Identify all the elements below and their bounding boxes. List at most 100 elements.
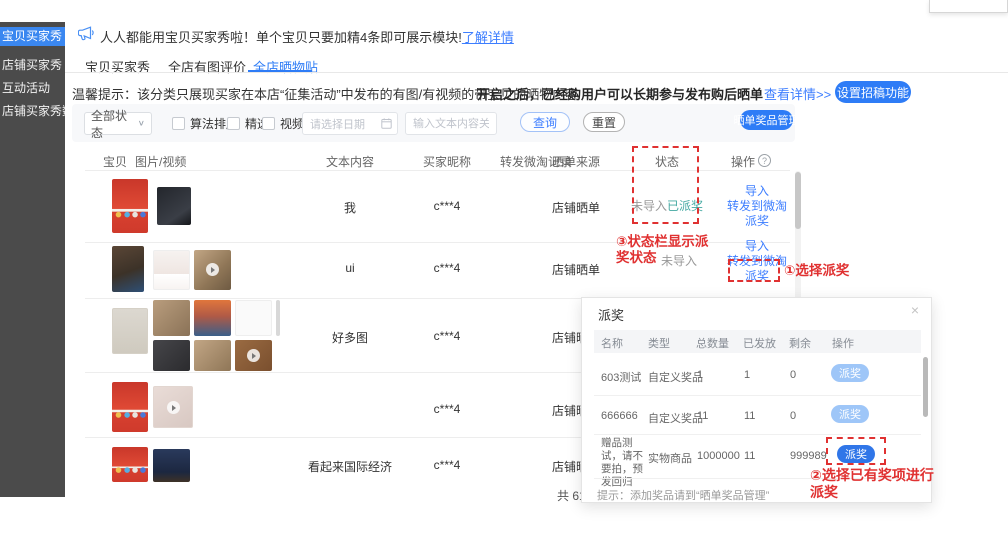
col-header-text: 文本内容 (326, 153, 374, 170)
repost-weitao-link[interactable]: 转发到微淘 (727, 199, 787, 214)
modal-row-divider (594, 434, 921, 435)
reset-button[interactable]: 重置 (583, 112, 625, 132)
modal-col-type: 类型 (648, 335, 670, 351)
tip-right-text: 开启之后，已经购用户可以长期参与发布购后晒单 (477, 84, 763, 103)
prize-total: 1000000 (697, 450, 740, 462)
page: 宝贝买家秀 店铺买家秀 互动活动 店铺买家秀数据 人人都能用宝贝买家秀啦！单个宝… (0, 0, 1008, 533)
checkbox-label: 视频 (280, 115, 304, 132)
setup-solicit-button[interactable]: 设置招稿功能 (835, 81, 911, 103)
text-content: 看起来国际经济 (290, 458, 410, 475)
prize-issued: 11 (744, 450, 755, 462)
modal-footer-tip: 提示：添加奖品请到“晒单奖品管理” (597, 487, 769, 503)
text-content: ui (290, 261, 410, 275)
prize-total: 11 (697, 410, 708, 422)
import-link[interactable]: 导入 (745, 184, 769, 199)
media-thumbnail[interactable] (157, 187, 191, 225)
prize-manage-button[interactable]: 晒单奖品管理 (740, 110, 793, 130)
annotation-step3: ③状态栏显示派奖状态 (616, 234, 710, 266)
media-thumbnail[interactable] (194, 250, 231, 290)
product-thumbnail[interactable] (112, 382, 148, 432)
sidebar-item-buyer-show-data[interactable]: 店铺买家秀数据 (0, 102, 65, 121)
modal-col-issued: 已发放 (743, 335, 776, 351)
row-actions: 导入 转发到微淘 派奖 (709, 184, 805, 229)
status-dropdown-value: 全部状态 (91, 107, 138, 141)
product-thumbnail[interactable] (112, 308, 148, 354)
media-thumbnail[interactable] (153, 340, 190, 371)
media-thumbnail[interactable] (194, 300, 231, 336)
prize-type: 自定义奖品 (648, 410, 703, 426)
learn-more-link[interactable]: 了解详情 (462, 27, 514, 46)
notice-banner: 人人都能用宝贝买家秀啦！单个宝贝只要加精4条即可展示模块!了解详情 (100, 27, 514, 46)
media-thumbnail[interactable] (153, 449, 190, 482)
annotation-box-award-button (826, 437, 886, 465)
media-thumbnail[interactable] (276, 300, 280, 336)
date-picker-input[interactable]: 请选择日期 (302, 112, 398, 135)
prize-name: 603测试 (601, 369, 641, 385)
modal-col-remaining: 剩余 (789, 335, 811, 351)
prize-remaining: 0 (790, 410, 796, 422)
media-thumbnail[interactable] (153, 250, 190, 290)
annotation-box-award-link (728, 259, 780, 282)
text-content: 好多图 (290, 329, 410, 346)
play-icon (167, 401, 180, 414)
buyer-nickname: c***4 (417, 199, 477, 213)
play-icon (247, 349, 260, 362)
checkbox-icon[interactable] (172, 117, 185, 130)
show-source: 店铺晒单 (546, 261, 606, 278)
award-button[interactable]: 派奖 (831, 405, 869, 423)
calendar-icon (381, 118, 392, 132)
close-icon[interactable]: × (911, 302, 919, 318)
checkbox-video[interactable]: 视频 (262, 115, 304, 132)
keyword-input[interactable] (405, 112, 497, 135)
award-link[interactable]: 派奖 (745, 214, 769, 229)
prize-issued: 1 (744, 369, 750, 381)
sidebar-item-item-buyer-show[interactable]: 宝贝买家秀 (0, 27, 65, 46)
col-header-product: 宝贝 (103, 153, 127, 170)
prize-remaining: 999989 (790, 450, 827, 462)
help-icon[interactable]: ? (758, 154, 771, 167)
col-header-nickname: 买家昵称 (423, 153, 471, 170)
text-content: 我 (290, 199, 410, 216)
buyer-nickname: c***4 (417, 402, 477, 416)
buyer-nickname: c***4 (417, 261, 477, 275)
sidebar-item-shop-buyer-show[interactable]: 店铺买家秀 (0, 56, 65, 75)
product-thumbnail[interactable] (112, 447, 148, 482)
megaphone-icon (78, 26, 95, 46)
sidebar-item-interactive-activity[interactable]: 互动活动 (0, 79, 65, 98)
prize-total: 1 (697, 369, 703, 381)
query-button[interactable]: 查询 (520, 112, 570, 132)
tab-shop-photo-reviews[interactable]: 全店有图评价 (168, 57, 246, 76)
product-thumbnail[interactable] (112, 179, 148, 233)
table-scrollbar-thumb[interactable] (795, 172, 801, 229)
media-thumbnail[interactable] (235, 340, 272, 371)
media-thumbnail[interactable] (194, 340, 231, 371)
annotation-box-status (632, 146, 699, 224)
import-link[interactable]: 导入 (745, 239, 769, 254)
view-details-link[interactable]: 查看详情>> (764, 84, 831, 103)
prize-issued: 11 (744, 410, 755, 422)
media-thumbnail[interactable] (153, 386, 193, 428)
modal-scrollbar-thumb[interactable] (923, 357, 928, 417)
play-icon (206, 263, 219, 276)
annotation-step2: ②选择已有奖项进行派奖 (810, 467, 944, 501)
prize-name: 666666 (601, 410, 638, 422)
checkbox-icon[interactable] (227, 117, 240, 130)
checkbox-icon[interactable] (262, 117, 275, 130)
award-button[interactable]: 派奖 (831, 364, 869, 382)
tab-item-buyer-show[interactable]: 宝贝买家秀 (85, 57, 150, 76)
product-thumbnail[interactable] (112, 246, 144, 292)
banner-text: 人人都能用宝贝买家秀啦！单个宝贝只要加精4条即可展示模块! (100, 27, 462, 46)
modal-col-total: 总数量 (696, 335, 729, 351)
chevron-down-icon: ∨ (138, 119, 145, 128)
floating-panel-fragment (929, 0, 1008, 13)
media-thumbnail[interactable] (153, 300, 190, 336)
tab-shop-show-posts[interactable]: 全店晒物贴 (253, 57, 318, 76)
buyer-nickname: c***4 (417, 458, 477, 472)
tabs-divider (65, 72, 1008, 73)
prize-type: 实物商品 (648, 450, 692, 466)
media-thumbnail[interactable] (235, 300, 272, 336)
prize-name: 赠品测试，请不要拍，预发回归 (601, 437, 653, 489)
modal-col-action: 操作 (832, 335, 854, 351)
status-dropdown[interactable]: 全部状态 ∨ (84, 112, 152, 135)
col-header-source: 晒单来源 (552, 153, 600, 170)
